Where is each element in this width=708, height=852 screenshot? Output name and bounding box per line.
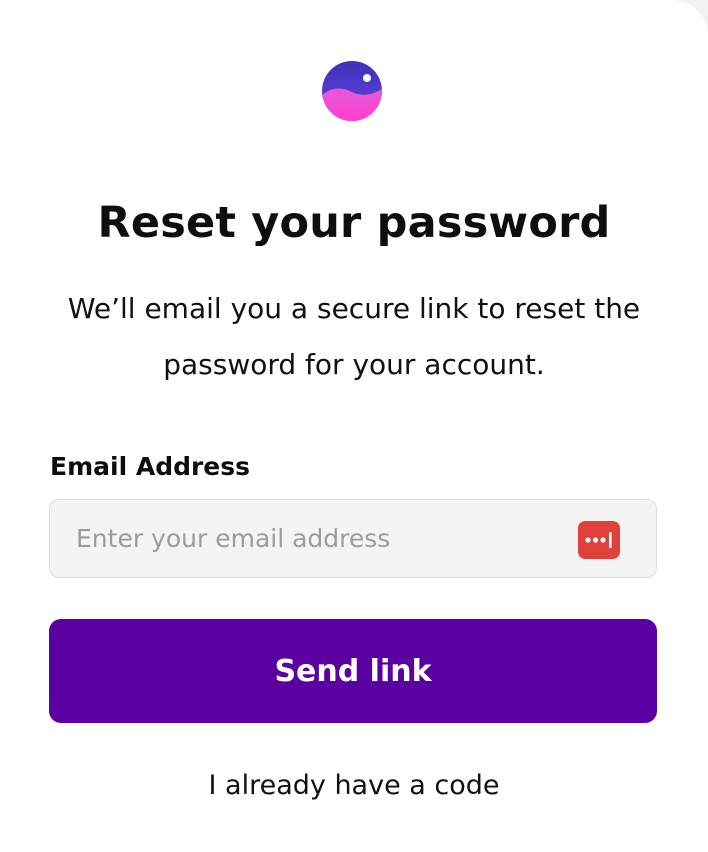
app-logo-icon	[322, 61, 382, 121]
already-have-code-link[interactable]: I already have a code	[0, 770, 708, 801]
reset-password-card: Reset your password We’ll email you a se…	[0, 0, 708, 852]
email-label: Email Address	[50, 452, 251, 481]
send-link-button[interactable]: Send link	[49, 619, 657, 723]
page-title: Reset your password	[97, 198, 611, 248]
page-subtitle: We’ll email you a secure link to reset t…	[67, 292, 641, 381]
password-manager-icon[interactable]	[578, 521, 620, 559]
email-field-wrapper	[49, 499, 657, 578]
email-input[interactable]	[50, 500, 656, 577]
